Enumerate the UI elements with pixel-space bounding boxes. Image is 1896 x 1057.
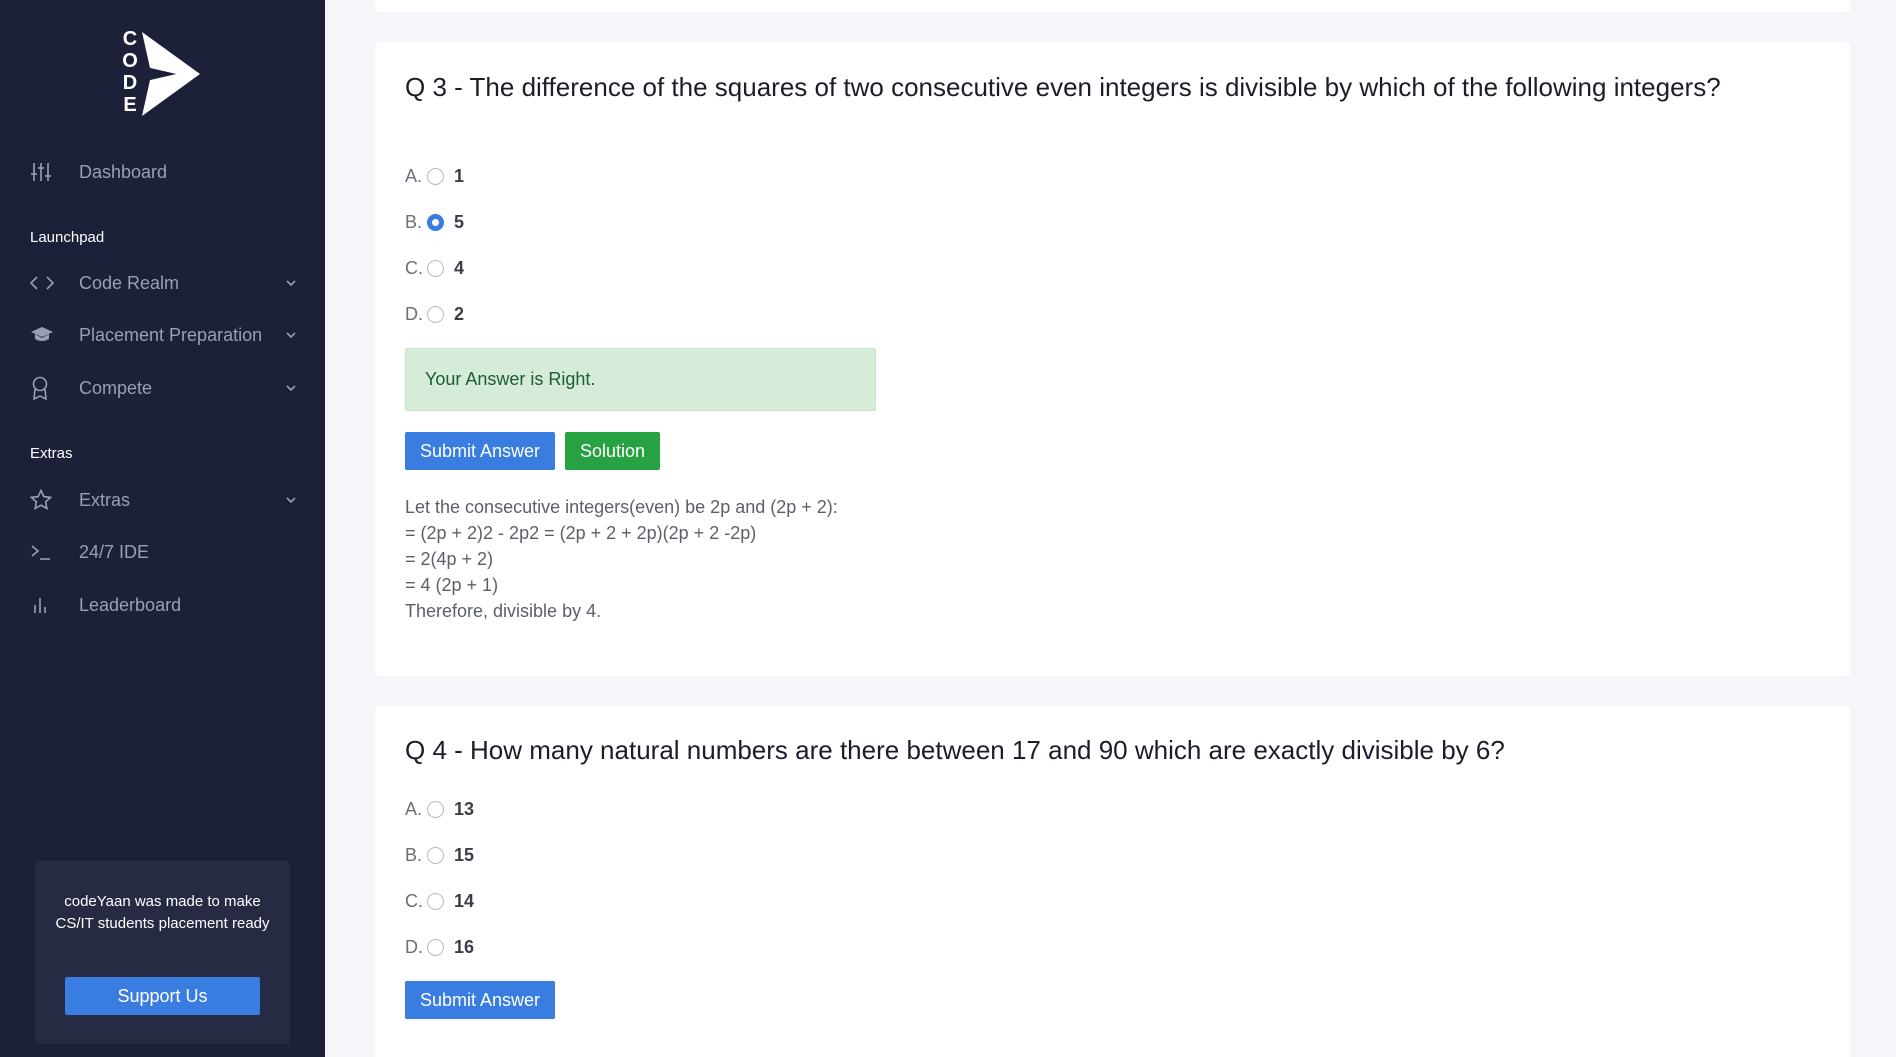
sidebar-item-dashboard[interactable]: Dashboard	[30, 152, 300, 192]
sidebar-item-placement-preparation[interactable]: Placement Preparation	[30, 315, 300, 355]
solution-button[interactable]: Solution	[565, 432, 661, 470]
solution-text: Let the consecutive integers(even) be 2p…	[405, 494, 838, 624]
option-value: 2	[454, 303, 465, 324]
chevron-down-icon	[286, 280, 296, 287]
submit-answer-button[interactable]: Submit Answer	[405, 432, 556, 470]
answer-feedback-alert: Your Answer is Right.	[405, 348, 876, 411]
sidebar-item-label: Extras	[79, 489, 131, 510]
option-value: 15	[454, 844, 475, 865]
sliders-icon	[30, 160, 66, 184]
option-d[interactable]: D. 16	[405, 935, 474, 959]
option-a[interactable]: A. 1	[405, 164, 464, 188]
code-icon	[30, 271, 66, 295]
option-value: 4	[454, 257, 465, 278]
radio-button[interactable]	[427, 800, 444, 818]
radio-button[interactable]	[427, 259, 444, 277]
radio-button-selected[interactable]	[427, 213, 444, 231]
award-icon	[30, 376, 66, 400]
option-letter: B.	[405, 844, 423, 865]
option-b[interactable]: B. 5	[405, 210, 464, 234]
option-letter: D.	[405, 303, 423, 324]
terminal-icon	[30, 540, 66, 564]
previous-question-card	[375, 0, 1850, 12]
launchpad-section-label: Launchpad	[30, 229, 105, 246]
question-title: Q 3 - The difference of the squares of t…	[405, 72, 1721, 102]
promo-text: codeYaan was made to make CS/IT students…	[55, 893, 270, 932]
code-logo[interactable]: C O D E	[118, 28, 208, 118]
chevron-down-icon	[286, 497, 296, 504]
radio-button[interactable]	[427, 846, 444, 864]
sidebar-item-label: Code Realm	[79, 272, 180, 293]
sidebar-item-leaderboard[interactable]: Leaderboard	[30, 585, 300, 625]
extras-section-label: Extras	[30, 445, 73, 462]
promo-card: codeYaan was made to make CS/IT students…	[35, 861, 290, 1044]
solution-line: = 4 (2p + 1)	[405, 575, 499, 595]
option-letter: A.	[405, 798, 423, 819]
sidebar-item-extras[interactable]: Extras	[30, 480, 300, 520]
option-b[interactable]: B. 15	[405, 843, 474, 867]
option-letter: A.	[405, 165, 423, 186]
sidebar-item-label: Dashboard	[79, 161, 168, 182]
graduation-cap-icon	[30, 323, 66, 347]
support-us-button[interactable]: Support Us	[65, 977, 260, 1015]
sidebar: C O D E Dashboard Launchpad Code Realm P…	[0, 0, 325, 1057]
option-c[interactable]: C. 4	[405, 256, 464, 280]
question-card-q4: Q 4 - How many natural numbers are there…	[375, 706, 1850, 1057]
radio-button[interactable]	[427, 305, 444, 323]
option-d[interactable]: D. 2	[405, 302, 464, 326]
option-letter: B.	[405, 211, 423, 232]
option-value: 16	[454, 936, 475, 957]
sidebar-item-label: Placement Preparation	[79, 324, 263, 345]
chevron-down-icon	[286, 385, 296, 392]
submit-answer-button[interactable]: Submit Answer	[405, 981, 556, 1019]
option-letter: C.	[405, 257, 423, 278]
solution-line: Therefore, divisible by 4.	[405, 601, 602, 621]
sidebar-item-compete[interactable]: Compete	[30, 368, 300, 408]
option-value: 5	[454, 211, 465, 232]
bar-chart-icon	[30, 593, 66, 617]
solution-line: Let the consecutive integers(even) be 2p…	[405, 497, 838, 517]
option-value: 14	[454, 890, 475, 911]
radio-button[interactable]	[427, 938, 444, 956]
option-a[interactable]: A. 13	[405, 797, 474, 821]
option-value: 1	[454, 165, 465, 186]
sidebar-item-label: 24/7 IDE	[79, 541, 150, 562]
sidebar-item-label: Leaderboard	[79, 594, 182, 615]
option-value: 13	[454, 798, 475, 819]
sidebar-item-ide[interactable]: 24/7 IDE	[30, 532, 300, 572]
chevron-down-icon	[286, 332, 296, 339]
star-icon	[30, 488, 66, 512]
option-letter: D.	[405, 936, 423, 957]
sidebar-item-code-realm[interactable]: Code Realm	[30, 263, 300, 303]
paper-plane-logo-icon	[142, 32, 200, 116]
question-title: Q 4 - How many natural numbers are there…	[405, 735, 1505, 765]
option-letter: C.	[405, 890, 423, 911]
solution-line: = (2p + 2)2 - 2p2 = (2p + 2 + 2p)(2p + 2…	[405, 523, 757, 543]
option-c[interactable]: C. 14	[405, 889, 474, 913]
radio-button[interactable]	[427, 167, 444, 185]
sidebar-item-label: Compete	[79, 377, 153, 398]
solution-line: = 2(4p + 2)	[405, 549, 494, 569]
radio-button[interactable]	[427, 892, 444, 910]
question-card-q3: Q 3 - The difference of the squares of t…	[375, 42, 1850, 676]
